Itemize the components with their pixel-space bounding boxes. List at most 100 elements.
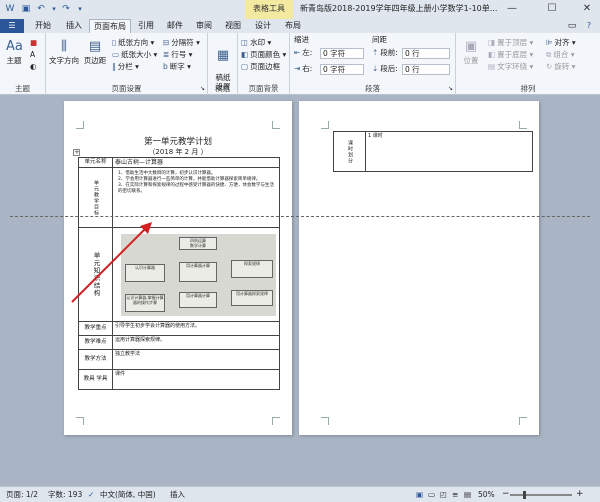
zoom-in-button[interactable]: +	[576, 487, 584, 502]
page-color-button[interactable]: ◧ 页面颜色 ▾	[241, 50, 286, 60]
group-objects-button[interactable]: ⧉ 组合 ▾	[546, 50, 575, 60]
crop-mark	[321, 417, 329, 425]
insert-mode-indicator[interactable]: 插入	[170, 487, 185, 502]
group-label-page-background: 页面背景	[248, 84, 279, 93]
indent-left-input[interactable]: 0 字符	[320, 48, 364, 59]
table-row: 教学重点 引导学生初步学会计算器的使用方法。	[78, 321, 280, 336]
plan-table-continued: 课时划分 1 课时	[333, 131, 533, 172]
indent-right-icon: ⇥	[294, 64, 301, 73]
key-label: 教学重点	[78, 321, 113, 336]
line-numbers-button[interactable]: ≣ 行号 ▾	[163, 50, 192, 60]
group-themes: Aa 主题 ■ A ◐ 主题	[0, 33, 46, 95]
theme-colors-icon[interactable]: ■	[30, 38, 37, 48]
language-indicator[interactable]: 中文(简体, 中国)	[100, 487, 156, 502]
page-borders-button[interactable]: ▢ 页面边框	[241, 62, 280, 72]
method-label: 教学方法	[78, 349, 113, 370]
zoom-slider[interactable]	[510, 491, 572, 499]
analysis-line-3: 3、在实际计算和探索规律的过程中感受计算器的快捷、方便，体会数学与生活的密切联系…	[118, 183, 274, 194]
key-value[interactable]: 引导学生初步学会计算器的使用方法。	[112, 321, 280, 336]
position-icon: ▣	[464, 39, 478, 54]
crop-mark	[272, 121, 280, 129]
ribbon-collapse-icon[interactable]: ▭	[565, 19, 579, 33]
word-count[interactable]: 字数: 193	[48, 487, 82, 502]
position-button[interactable]: ▣ 位置	[459, 39, 483, 66]
spacing-after-input[interactable]: 0 行	[402, 64, 450, 75]
columns-button[interactable]: ‖ 分栏 ▾	[112, 62, 139, 72]
print-layout-view-icon[interactable]: ▣	[416, 487, 423, 502]
ribbon-tab-bar: ☰ 开始 插入 页面布局 引用 邮件 审阅 视图 设计 布局 ▭ ?	[0, 19, 600, 33]
page-setup-launcher-icon[interactable]: ↘	[200, 84, 205, 94]
zoom-level[interactable]: 50%	[478, 487, 495, 502]
tab-page-layout[interactable]: 页面布局	[89, 19, 131, 33]
theme-effects-icon[interactable]: ◐	[30, 62, 37, 72]
bring-forward-icon: ◨	[488, 38, 496, 47]
redo-icon[interactable]: ↷	[60, 3, 72, 15]
send-backward-icon: ◧	[488, 50, 496, 59]
indent-right-input[interactable]: 0 字符	[320, 64, 364, 75]
customize-qat-icon[interactable]: ▾	[74, 3, 86, 15]
lesson-division-value[interactable]: 1 课时	[365, 131, 533, 172]
tab-insert[interactable]: 插入	[60, 19, 88, 33]
web-layout-view-icon[interactable]: ◰	[440, 487, 447, 502]
rotate-icon: ↻	[546, 62, 553, 71]
maximize-button[interactable]: ☐	[540, 0, 564, 19]
zoom-out-button[interactable]: −	[502, 487, 510, 502]
margins-button[interactable]: ▤ 页边距	[82, 39, 108, 66]
draft-view-icon[interactable]: ▤	[464, 487, 471, 502]
method-value[interactable]: 独立教学法	[112, 349, 280, 370]
bring-forward-button[interactable]: ◨ 置于顶层 ▾	[488, 38, 533, 48]
tab-layout[interactable]: 布局	[280, 19, 306, 33]
crop-mark	[76, 121, 84, 129]
undo-dropdown-icon[interactable]: ▾	[48, 3, 60, 15]
tab-review[interactable]: 审阅	[191, 19, 217, 33]
crop-mark	[272, 417, 280, 425]
page-count[interactable]: 页面: 1/2	[6, 487, 38, 502]
table-move-handle-icon[interactable]: +	[73, 149, 80, 156]
save-icon[interactable]: ▣	[20, 3, 32, 15]
group-icon: ⧉	[546, 50, 552, 59]
send-backward-button[interactable]: ◧ 置于底层 ▾	[488, 50, 533, 60]
theme-fonts-icon[interactable]: A	[30, 50, 35, 60]
themes-button[interactable]: Aa 主题	[3, 39, 25, 66]
undo-icon[interactable]: ↶	[35, 3, 47, 15]
difficulty-value[interactable]: 运用计算器探索规律。	[112, 335, 280, 350]
crop-mark	[76, 417, 84, 425]
text-wrapping-button[interactable]: ▤ 文字环绕 ▾	[488, 62, 533, 72]
tools-value[interactable]: 课件	[112, 369, 280, 390]
page-borders-icon: ▢	[241, 62, 249, 71]
paragraph-launcher-icon[interactable]: ↘	[448, 84, 453, 94]
tab-mailings[interactable]: 邮件	[162, 19, 188, 33]
page-2[interactable]: 课时划分 1 课时	[299, 101, 539, 435]
diagram-box: 探索规律	[231, 260, 273, 278]
paper-size-button[interactable]: ▭ 纸张大小 ▾	[112, 50, 157, 60]
orientation-button[interactable]: ▯ 纸张方向 ▾	[112, 38, 154, 48]
outline-view-icon[interactable]: ≡	[452, 487, 458, 502]
watermark-button[interactable]: ◫ 水印 ▾	[241, 38, 271, 48]
breaks-button[interactable]: ⊟ 分隔符 ▾	[163, 38, 200, 48]
tab-home[interactable]: 开始	[28, 19, 58, 33]
title-bar: W ▣ ↶ ▾ ↷ ▾ 表格工具 新青岛版2018-2019学年四年级上册小学数…	[0, 0, 600, 19]
align-button[interactable]: ⊫ 对齐 ▾	[546, 38, 576, 48]
rotate-button[interactable]: ↻ 旋转 ▾	[546, 62, 575, 72]
minimize-button[interactable]: —	[500, 0, 524, 19]
file-menu-button[interactable]: ☰	[0, 19, 24, 33]
table-row: 教学难点 运用计算器探索规律。	[78, 335, 280, 350]
text-direction-button[interactable]: ⫼ 文字方向	[49, 39, 79, 66]
align-icon: ⊫	[546, 38, 553, 47]
diagram-box: 用计算器计算	[179, 262, 217, 282]
close-button[interactable]: ✕	[575, 0, 599, 19]
group-page-background: ◫ 水印 ▾ ◧ 页面颜色 ▾ ▢ 页面边框 页面背景	[238, 33, 290, 95]
help-icon[interactable]: ?	[582, 19, 596, 33]
tab-references[interactable]: 引用	[133, 19, 159, 33]
tab-design[interactable]: 设计	[250, 19, 276, 33]
indent-left-icon: ⇤	[294, 48, 301, 57]
proofing-icon[interactable]: ✓	[88, 487, 94, 502]
document-title: 新青岛版2018-2019学年四年级上册小学数学1-10单...	[300, 4, 498, 13]
full-screen-view-icon[interactable]: ▭	[428, 487, 435, 502]
page-color-icon: ◧	[241, 50, 249, 59]
spacing-before-input[interactable]: 0 行	[402, 48, 450, 59]
unit-name-value[interactable]: 泰山古树—计算器	[112, 157, 280, 168]
tab-view[interactable]: 视图	[220, 19, 246, 33]
hyphenation-button[interactable]: b 断字 ▾	[163, 62, 191, 72]
zoom-slider-thumb[interactable]	[522, 491, 526, 499]
